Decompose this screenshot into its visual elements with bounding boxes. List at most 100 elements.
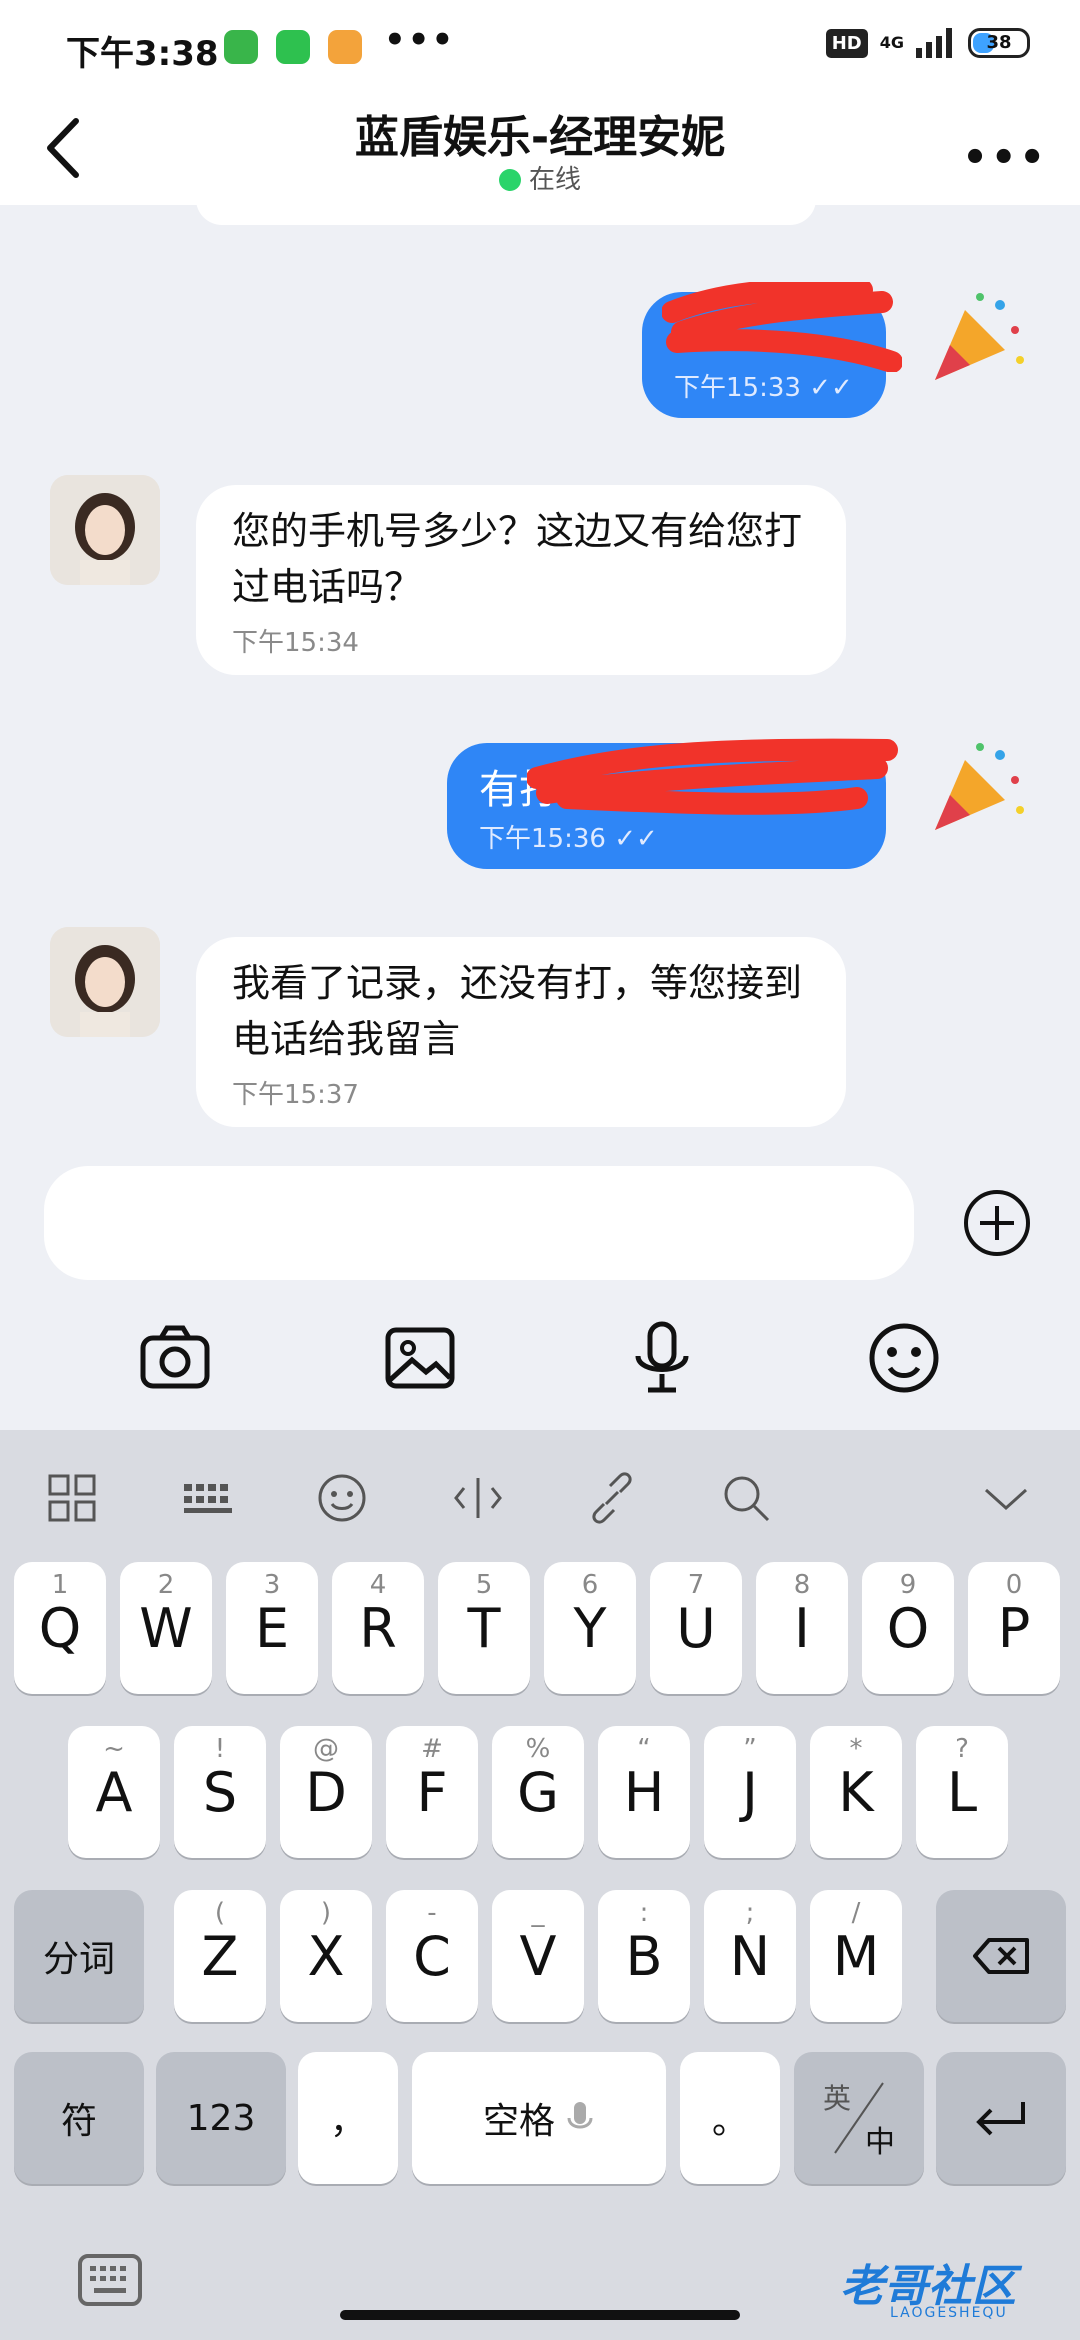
segment-key[interactable]: 分词 [14,1890,144,2022]
outgoing-message[interactable]: 下午15:33 ✓✓ [642,282,902,418]
add-attachment-icon[interactable] [962,1188,1032,1258]
key-i[interactable]: 8I [756,1562,848,1694]
key-p[interactable]: 0P [968,1562,1060,1694]
online-status-label: 在线 [528,165,581,195]
key-label: W [139,1596,193,1660]
enter-icon [976,2102,1025,2136]
outgoing-message[interactable]: 有打 下午15:36 ✓✓ [447,738,898,869]
key-l[interactable]: ? L [916,1726,1008,1858]
message-time: 下午15:37 [232,1080,359,1110]
search-icon[interactable] [718,1470,774,1526]
key-x[interactable]: ) X [280,1890,372,2022]
online-dot-icon [498,169,521,191]
key-s[interactable]: ! S [174,1726,266,1858]
more-options-icon[interactable]: ••• [962,135,1048,181]
hd-icon: HD [825,28,868,58]
period-key[interactable]: 。 [680,2052,780,2184]
key-y[interactable]: 6Y [544,1562,636,1694]
key-secondary-label: ; [745,1898,755,1928]
key-c[interactable]: -C [386,1890,478,2022]
key-t[interactable]: 5T [438,1562,530,1694]
key-f[interactable]: # F [386,1726,478,1858]
comma-key[interactable]: ， [298,2052,398,2184]
key-e[interactable]: 3E [226,1562,318,1694]
message-text: 我看了记录，还没有打，等您接到电话给我留言 [232,961,803,1061]
key-m[interactable]: / M [810,1890,902,2022]
keyboard-switch-icon[interactable] [78,2252,142,2308]
voice-input-icon [567,2102,593,2129]
keyboard-layout-icon[interactable] [180,1470,236,1526]
key-secondary-label: ~ [103,1734,125,1764]
battery-icon: 38 [968,28,1030,58]
image-icon[interactable] [380,1318,460,1398]
backspace-key[interactable] [936,1890,1066,2022]
redaction-scribble [527,738,898,815]
space-key[interactable]: 空格 [412,2052,666,2184]
avatar[interactable] [50,927,160,1037]
home-indicator[interactable] [340,2310,740,2320]
key-z[interactable]: (Z [174,1890,266,2022]
key-label: U [676,1596,716,1660]
cursor-move-icon[interactable] [450,1470,506,1526]
emoji-icon[interactable] [864,1318,944,1398]
key-h[interactable]: “H [598,1726,690,1858]
key-label: 符 [60,2101,97,2142]
grid-menu-icon[interactable] [44,1470,100,1526]
key-secondary-label: 7 [687,1570,705,1600]
enter-key[interactable] [936,2052,1066,2184]
key-w[interactable]: 2W [120,1562,212,1694]
message-time: 下午15:34 [232,628,359,658]
key-o[interactable]: 9O [862,1562,954,1694]
key-label: G [517,1760,559,1824]
message-input[interactable] [44,1166,914,1280]
key-g[interactable]: % G [492,1726,584,1858]
previous-message-bubble [196,205,816,225]
key-label: 123 [186,2097,256,2139]
key-secondary-label: / [851,1898,861,1928]
key-secondary-label: 8 [793,1570,811,1600]
key-r[interactable]: 4R [332,1562,424,1694]
language-switch-key[interactable]: 英中 [794,2052,924,2184]
microphone-icon[interactable] [622,1318,702,1398]
key-d[interactable]: @ D [280,1726,372,1858]
key-v[interactable]: _ V [492,1890,584,2022]
key-label: K [838,1760,874,1824]
key-b[interactable]: :B [598,1890,690,2022]
key-label: ， [329,2101,366,2142]
key-label: D [305,1760,347,1824]
incoming-message[interactable]: 我看了记录，还没有打，等您接到电话给我留言 下午15:37 [196,937,846,1127]
symbols-key[interactable]: 符 [14,2052,144,2184]
key-secondary-label: 1 [51,1570,69,1600]
key-a[interactable]: ~ A [68,1726,160,1858]
key-label: 分词 [42,1939,115,1980]
emoji-keyboard-icon[interactable] [314,1470,370,1526]
status-time: 下午3:38 [66,34,219,74]
avatar[interactable] [50,475,160,585]
key-label: H [623,1760,665,1824]
key-label: 。 [711,2101,748,2142]
key-secondary-label: “ [637,1734,651,1764]
key-k[interactable]: * K [810,1726,902,1858]
clipboard-link-icon[interactable] [584,1470,640,1526]
incoming-message[interactable]: 您的手机号多少？这边又有给您打过电话吗？ 下午15:34 [196,485,846,675]
key-secondary-label: @ [313,1734,339,1764]
key-u[interactable]: 7U [650,1562,742,1694]
key-label: Y [573,1596,607,1660]
status-right: HD 4G 38 [825,28,1030,58]
collapse-keyboard-icon[interactable] [978,1470,1034,1526]
app-notification-icon [224,30,258,64]
chat-title: 蓝盾娱乐-经理安妮 [354,112,726,163]
numbers-key[interactable]: 123 [156,2052,286,2184]
key-label: F [416,1760,448,1824]
camera-icon[interactable] [135,1318,215,1398]
key-label: B [625,1924,663,1988]
chat-messages[interactable]: 下午15:33 ✓✓ 您的手机号多少？这边又有给您打过电话吗？ 下午15:34 … [0,205,1080,1160]
key-n[interactable]: ; N [704,1890,796,2022]
key-secondary-label: # [421,1734,443,1764]
key-label: T [467,1596,501,1660]
key-secondary-label: ) [320,1898,332,1928]
key-q[interactable]: 1Q [14,1562,106,1694]
key-label: I [794,1596,810,1660]
lang-zh-label: 中 [865,2125,895,2160]
key-j[interactable]: ” J [704,1726,796,1858]
